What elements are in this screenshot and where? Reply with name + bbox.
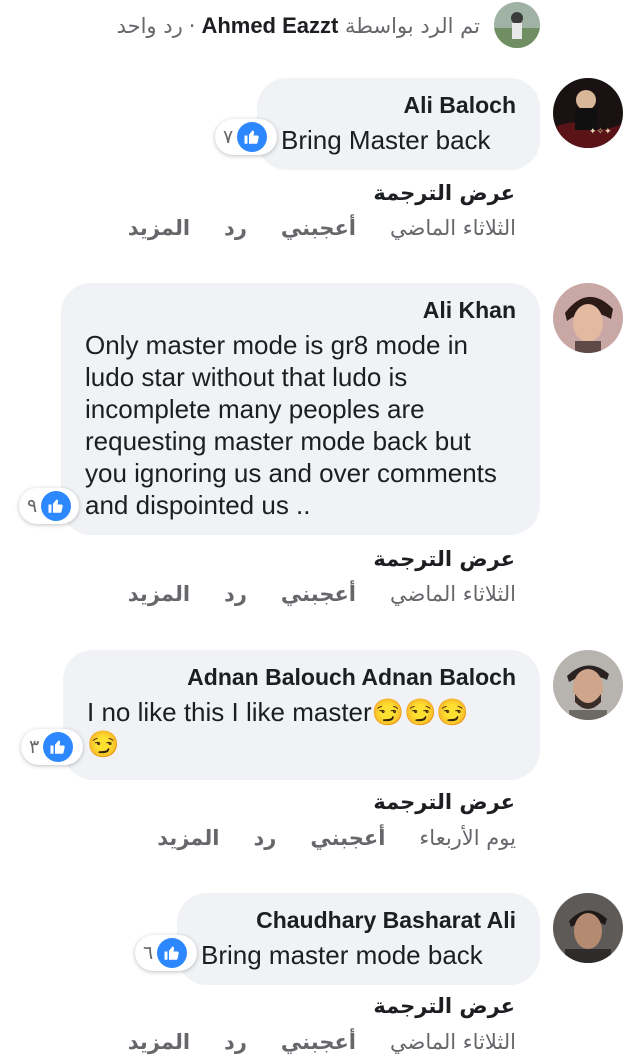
- see-translation-link[interactable]: عرض الترجمة: [373, 790, 515, 814]
- comment-text: I no like this I like master😏😏😏 😏: [87, 697, 469, 759]
- see-translation-link[interactable]: عرض الترجمة: [373, 181, 515, 205]
- avatar[interactable]: [553, 650, 623, 720]
- more-button[interactable]: المزيد: [128, 216, 190, 240]
- comment-author[interactable]: Adnan Balouch Adnan Baloch: [87, 662, 516, 692]
- comment-actions: الثلاثاء الماضي أعجبني رد المزيد: [94, 1030, 516, 1054]
- comment-author[interactable]: Ali Khan: [85, 295, 516, 325]
- reaction-count-badge[interactable]: ٦: [135, 935, 197, 971]
- like-reaction-icon: [43, 732, 74, 762]
- more-button[interactable]: المزيد: [128, 582, 190, 606]
- like-button[interactable]: أعجبني: [310, 826, 385, 850]
- reaction-count: ٣: [29, 736, 40, 758]
- reaction-count-badge[interactable]: ٣: [21, 729, 83, 765]
- reply-button[interactable]: رد: [224, 582, 247, 606]
- reaction-count: ٧: [223, 126, 234, 148]
- comment-author[interactable]: Ali Baloch: [281, 90, 516, 120]
- comment-timestamp[interactable]: يوم الأربعاء: [419, 826, 516, 850]
- avatar[interactable]: [553, 283, 623, 353]
- reaction-count: ٦: [143, 942, 154, 964]
- comment-bubble[interactable]: Ali Baloch Bring Master back: [257, 78, 540, 170]
- reply-count: رد واحد: [116, 14, 183, 38]
- more-button[interactable]: المزيد: [128, 1030, 190, 1054]
- comment-author[interactable]: Chaudhary Basharat Ali: [201, 905, 516, 935]
- comment-timestamp[interactable]: الثلاثاء الماضي: [390, 1030, 516, 1054]
- comment-timestamp[interactable]: الثلاثاء الماضي: [390, 582, 516, 606]
- comment-text: Only master mode is gr8 mode in ludo sta…: [85, 330, 497, 520]
- see-translation-link[interactable]: عرض الترجمة: [373, 547, 515, 571]
- comment-timestamp[interactable]: الثلاثاء الماضي: [390, 216, 516, 240]
- like-button[interactable]: أعجبني: [281, 216, 356, 240]
- dot-separator: ·: [188, 14, 196, 38]
- like-reaction-icon: [41, 491, 72, 521]
- comment-actions: الثلاثاء الماضي أعجبني رد المزيد: [94, 216, 516, 240]
- see-translation-link[interactable]: عرض الترجمة: [373, 994, 515, 1018]
- svg-text:✦✧✦: ✦✧✦: [589, 127, 612, 137]
- comment-bubble[interactable]: Chaudhary Basharat Ali Bring master mode…: [177, 893, 540, 985]
- like-button[interactable]: أعجبني: [281, 1030, 356, 1054]
- comment-bubble[interactable]: Ali Khan Only master mode is gr8 mode in…: [61, 283, 540, 535]
- reply-button[interactable]: رد: [224, 216, 247, 240]
- reaction-count: ٩: [27, 495, 38, 517]
- reply-button[interactable]: رد: [253, 826, 276, 850]
- avatar[interactable]: ✦✧✦: [553, 78, 623, 148]
- like-button[interactable]: أعجبني: [281, 582, 356, 606]
- reply-author-name: Ahmed Eazzt: [201, 13, 339, 38]
- like-reaction-icon: [237, 122, 268, 152]
- comment-text: Bring Master back: [281, 125, 491, 155]
- comment-bubble[interactable]: Adnan Balouch Adnan Baloch I no like thi…: [63, 650, 540, 780]
- reaction-count-badge[interactable]: ٩: [19, 488, 79, 524]
- replies-summary-link[interactable]: تم الرد بواسطة Ahmed Eazzt · رد واحد: [117, 8, 480, 44]
- comment-actions: الثلاثاء الماضي أعجبني رد المزيد: [94, 582, 516, 606]
- replied-by-label: تم الرد بواسطة: [345, 14, 480, 38]
- reply-author-avatar[interactable]: [494, 2, 540, 48]
- comment-text: Bring master mode back: [201, 940, 483, 970]
- more-button[interactable]: المزيد: [157, 826, 219, 850]
- comment-actions: يوم الأربعاء أعجبني رد المزيد: [123, 826, 516, 850]
- reply-button[interactable]: رد: [224, 1030, 247, 1054]
- avatar[interactable]: [553, 893, 623, 963]
- reaction-count-badge[interactable]: ٧: [215, 119, 277, 155]
- like-reaction-icon: [157, 938, 188, 968]
